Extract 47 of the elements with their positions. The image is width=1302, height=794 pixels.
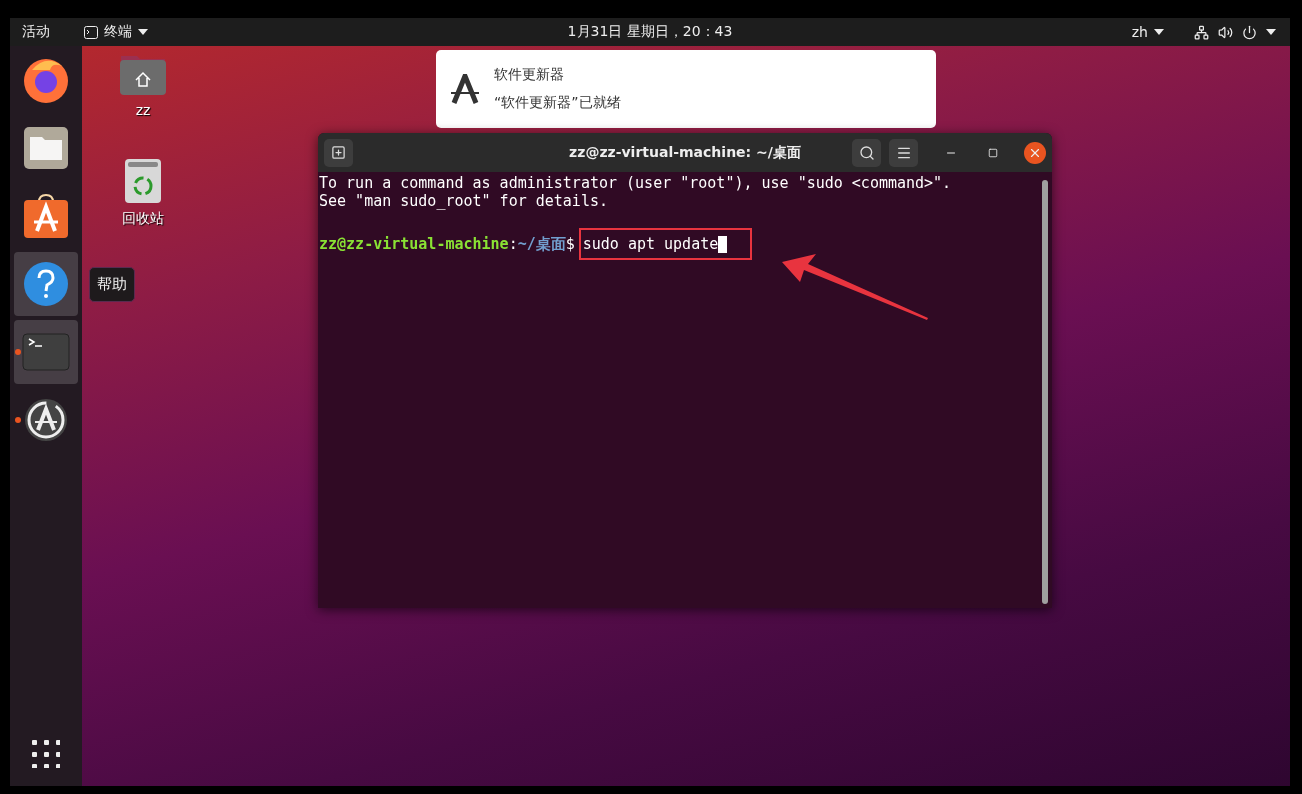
- network-icon: [1194, 24, 1209, 40]
- terminal-icon: [84, 25, 98, 39]
- tooltip: 帮助: [89, 267, 135, 302]
- power-icon: [1242, 24, 1257, 40]
- notification-title: 软件更新器: [494, 66, 565, 84]
- firefox-icon: [22, 56, 70, 104]
- app-menu[interactable]: 终端: [84, 23, 148, 41]
- new-tab-icon: [331, 145, 346, 160]
- terminal-output-line: To run a command as administrator (user "root"), use "sudo <command>".: [319, 174, 953, 192]
- updater-icon: [23, 397, 69, 443]
- new-tab-button[interactable]: [324, 138, 353, 167]
- desktop-icon[interactable]: 回收站: [108, 158, 178, 228]
- notification-body: “软件更新器”已就绪: [494, 94, 621, 112]
- typed-command: sudo apt update: [582, 235, 719, 253]
- volume-icon: [1218, 24, 1233, 40]
- window-title: zz@zz-virtual-machine: ~/桌面: [569, 143, 801, 162]
- app-grid-icon[interactable]: [32, 740, 60, 768]
- desktop-icon-label: zz: [135, 102, 151, 118]
- prompt-symbol: $: [565, 235, 575, 253]
- terminal-output-line: See "man sudo_root" for details.: [319, 192, 609, 210]
- desktop-icon[interactable]: zz: [108, 52, 178, 118]
- menu-button[interactable]: [889, 138, 918, 167]
- system-menu[interactable]: [1194, 24, 1276, 40]
- prompt-path: ~/桌面: [517, 235, 566, 253]
- clock[interactable]: 1月31日 星期日，20：43: [567, 23, 733, 41]
- updater-icon: [450, 74, 480, 104]
- shopping-bag-icon: [23, 193, 69, 239]
- dock-item[interactable]: [14, 252, 78, 316]
- search-button[interactable]: [852, 138, 881, 167]
- caret-icon: [1266, 29, 1276, 35]
- search-icon: [858, 144, 875, 161]
- notification[interactable]: 软件更新器 “软件更新器”已就绪: [436, 50, 936, 128]
- activities-button[interactable]: 活动: [22, 23, 50, 41]
- prompt-user-host: zz@zz-virtual-machine: [319, 235, 509, 253]
- text-cursor: [718, 235, 728, 253]
- folder-icon: [23, 126, 69, 170]
- help-icon: [23, 261, 69, 307]
- caret-icon: [138, 29, 148, 35]
- scrollbar[interactable]: [1042, 180, 1048, 604]
- prompt-separator: :: [508, 235, 518, 253]
- close-button[interactable]: [1024, 141, 1046, 164]
- input-method-menu[interactable]: zh: [1131, 24, 1164, 40]
- trash-icon: [124, 158, 162, 204]
- terminal-icon: [22, 333, 70, 371]
- maximize-icon: [988, 147, 998, 158]
- desktop-icon-label: 回收站: [122, 210, 164, 228]
- caret-icon: [1154, 29, 1164, 35]
